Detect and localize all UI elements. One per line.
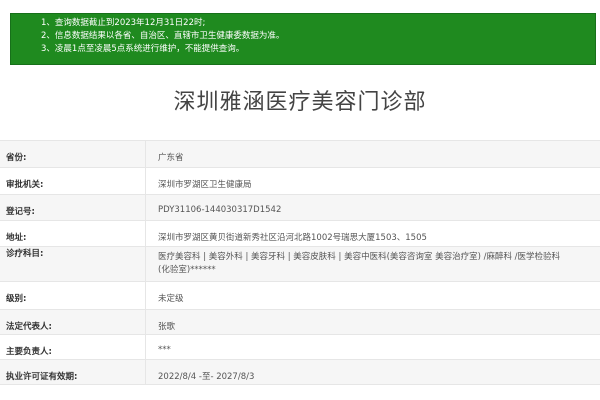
info-table: 省份: 广东省 审批机关: 深圳市罗湖区卫生健康局 登记号: PDY31106-…	[0, 140, 600, 385]
notice-line-1: 1、查询数据截止到2023年12月31日22时;	[41, 18, 206, 28]
row-label: 登记号:	[0, 195, 146, 220]
row-value: 医疗美容科 | 美容外科 | 美容牙科 | 美容皮肤科 | 美容中医科(美容咨询…	[146, 247, 600, 281]
table-row-legal-representative: 法定代表人: 张歌	[0, 310, 600, 335]
value-text-line-1: 医疗美容科 | 美容外科 | 美容牙科 | 美容皮肤科 | 美容中医科(美容咨询…	[158, 252, 561, 262]
value-text-line-2: (化验室)******	[158, 265, 216, 275]
value-text: 未定级	[158, 294, 184, 304]
table-row-principal: 主要负责人: ***	[0, 335, 600, 360]
label-text: 法定代表人:	[6, 322, 52, 332]
label-text: 诊疗科目:	[6, 249, 44, 259]
value-text: 张歌	[158, 322, 176, 332]
label-text: 主要负责人:	[6, 347, 52, 357]
value-text: 广东省	[158, 153, 184, 163]
value-text: ***	[158, 345, 171, 355]
row-label: 省份:	[0, 141, 146, 167]
notice-banner: 1、查询数据截止到2023年12月31日22时; 2、信息数据结果以各省、自治区…	[10, 13, 596, 65]
table-row-address: 地址: 深圳市罗湖区黄贝街道新秀社区沿河北路1002号瑞思大厦1503、1505	[0, 221, 600, 247]
table-row-approval-authority: 审批机关: 深圳市罗湖区卫生健康局	[0, 168, 600, 195]
label-text: 地址:	[6, 233, 27, 243]
table-row-registration-number: 登记号: PDY31106-144030317D1542	[0, 195, 600, 221]
row-value: 2022/8/4 -至- 2027/8/3	[146, 360, 600, 384]
page-title: 深圳雅涵医疗美容门诊部	[173, 90, 427, 115]
label-text: 审批机关:	[6, 180, 44, 190]
table-row-province: 省份: 广东省	[0, 141, 600, 168]
row-value: 深圳市罗湖区卫生健康局	[146, 168, 600, 194]
row-value: 广东省	[146, 141, 600, 167]
row-value: 张歌	[146, 310, 600, 334]
row-label: 执业许可证有效期:	[0, 360, 146, 384]
row-label: 法定代表人:	[0, 310, 146, 334]
row-value: 深圳市罗湖区黄贝街道新秀社区沿河北路1002号瑞思大厦1503、1505	[146, 221, 600, 246]
value-text: 深圳市罗湖区卫生健康局	[158, 180, 252, 190]
value-text: PDY31106-144030317D1542	[158, 205, 282, 215]
row-label: 地址:	[0, 221, 146, 246]
row-label: 审批机关:	[0, 168, 146, 194]
row-value: PDY31106-144030317D1542	[146, 195, 600, 220]
notice-line-2: 2、信息数据结果以各省、自治区、直辖市卫生健康委数据为准。	[41, 31, 285, 41]
row-value: 未定级	[146, 282, 600, 309]
row-label: 诊疗科目:	[0, 247, 146, 281]
table-row-level: 级别: 未定级	[0, 282, 600, 310]
row-value: ***	[146, 335, 600, 359]
notice-line-3: 3、凌晨1点至凌晨5点系统进行维护，不能提供查询。	[41, 44, 245, 54]
label-text: 执业许可证有效期:	[6, 372, 78, 382]
table-row-diagnosis-subjects: 诊疗科目: 医疗美容科 | 美容外科 | 美容牙科 | 美容皮肤科 | 美容中医…	[0, 247, 600, 282]
label-text: 登记号:	[6, 207, 35, 217]
value-text: 深圳市罗湖区黄贝街道新秀社区沿河北路1002号瑞思大厦1503、1505	[158, 233, 427, 243]
page: 1、查询数据截止到2023年12月31日22时; 2、信息数据结果以各省、自治区…	[0, 0, 600, 400]
value-text: 2022/8/4 -至- 2027/8/3	[158, 372, 255, 382]
label-text: 级别:	[6, 294, 27, 304]
table-row-license-validity: 执业许可证有效期: 2022/8/4 -至- 2027/8/3	[0, 360, 600, 385]
label-text: 省份:	[6, 153, 27, 163]
row-label: 级别:	[0, 282, 146, 309]
row-label: 主要负责人:	[0, 335, 146, 359]
